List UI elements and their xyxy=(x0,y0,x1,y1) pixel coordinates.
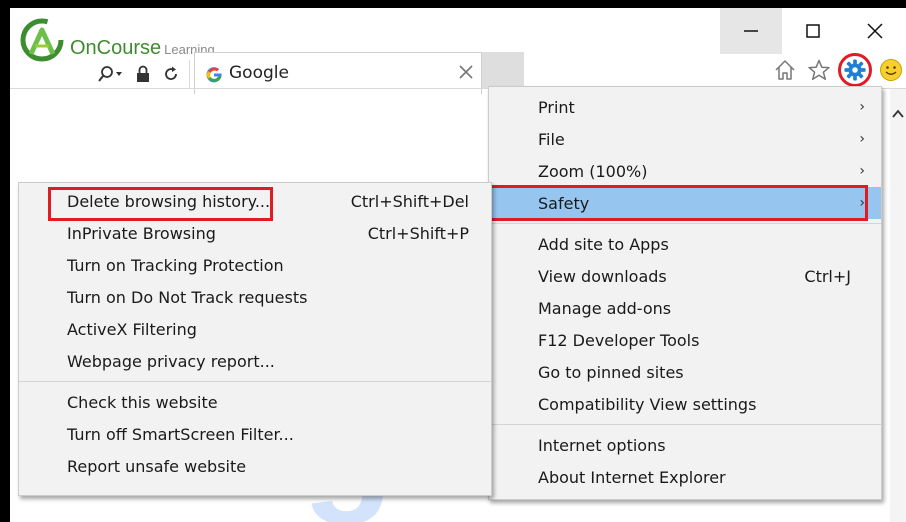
tools-button[interactable] xyxy=(838,53,872,87)
menu-item-view-downloads[interactable]: View downloads Ctrl+J xyxy=(489,260,881,292)
safety-submenu: Delete browsing history... Ctrl+Shift+De… xyxy=(18,182,492,496)
menu-item-privacy-report[interactable]: Webpage privacy report... xyxy=(19,345,491,377)
chevron-right-icon: › xyxy=(859,131,865,147)
menu-item-file[interactable]: File › xyxy=(489,123,881,155)
menu-item-smartscreen[interactable]: Turn off SmartScreen Filter... xyxy=(19,418,491,450)
window-controls xyxy=(720,8,906,54)
browser-window: OnCourse Learning Google Print › File › … xyxy=(10,8,906,522)
menu-item-check-website[interactable]: Check this website xyxy=(19,386,491,418)
menu-item-developer-tools[interactable]: F12 Developer Tools xyxy=(489,324,881,356)
shortcut-text: Ctrl+J xyxy=(804,266,851,286)
menu-item-manage-add-ons[interactable]: Manage add-ons xyxy=(489,292,881,324)
scroll-up-icon[interactable] xyxy=(892,108,904,118)
menu-item-print[interactable]: Print › xyxy=(489,91,881,123)
logo-brand-text: OnCourse xyxy=(70,37,162,59)
menu-item-pinned-sites[interactable]: Go to pinned sites xyxy=(489,356,881,388)
minimize-button[interactable] xyxy=(720,8,782,54)
delete-history-highlight-box xyxy=(48,187,273,221)
command-toolbar xyxy=(770,52,906,88)
menu-item-add-site-to-apps[interactable]: Add site to Apps xyxy=(489,228,881,260)
maximize-button[interactable] xyxy=(782,8,844,54)
menu-item-zoom[interactable]: Zoom (100%) › xyxy=(489,155,881,187)
refresh-icon[interactable] xyxy=(163,65,179,83)
smiley-icon xyxy=(880,59,902,81)
address-bar-tools xyxy=(86,60,190,88)
menu-item-about-ie[interactable]: About Internet Explorer xyxy=(489,461,881,493)
chevron-right-icon: › xyxy=(859,99,865,115)
minimize-icon xyxy=(744,30,758,32)
gear-icon xyxy=(844,59,866,81)
home-button[interactable] xyxy=(770,55,800,85)
google-g-icon xyxy=(206,67,222,83)
new-tab-button[interactable] xyxy=(482,52,524,88)
shortcut-text: Ctrl+Shift+P xyxy=(367,223,469,243)
search-dropdown-button[interactable] xyxy=(97,65,123,83)
tools-menu: Print › File › Zoom (100%) › Safety › Ad… xyxy=(488,86,882,500)
maximize-icon xyxy=(806,24,820,38)
menu-item-tracking-protection[interactable]: Turn on Tracking Protection xyxy=(19,249,491,281)
menu-item-inprivate-browsing[interactable]: InPrivate Browsing Ctrl+Shift+P xyxy=(19,217,491,249)
favorites-button[interactable] xyxy=(804,55,834,85)
lock-icon[interactable] xyxy=(136,65,150,83)
menu-item-activex-filtering[interactable]: ActiveX Filtering xyxy=(19,313,491,345)
feedback-button[interactable] xyxy=(876,55,906,85)
menu-separator xyxy=(19,381,491,382)
oncourse-logo-icon xyxy=(20,18,64,62)
close-button[interactable] xyxy=(844,8,906,54)
tab-title: Google xyxy=(229,63,289,83)
menu-item-internet-options[interactable]: Internet options xyxy=(489,429,881,461)
menu-item-compatibility-view[interactable]: Compatibility View settings xyxy=(489,388,881,420)
safety-highlight-box xyxy=(488,185,868,221)
home-icon xyxy=(775,60,795,80)
page-scrollbar[interactable] xyxy=(890,89,906,522)
menu-separator xyxy=(489,223,881,224)
shortcut-text: Ctrl+Shift+Del xyxy=(350,191,469,211)
star-icon xyxy=(808,59,830,81)
close-icon xyxy=(867,23,883,39)
menu-item-do-not-track[interactable]: Turn on Do Not Track requests xyxy=(19,281,491,313)
menu-item-report-unsafe[interactable]: Report unsafe website xyxy=(19,450,491,482)
tab-close-icon[interactable] xyxy=(459,65,473,79)
chevron-right-icon: › xyxy=(859,163,865,179)
menu-separator xyxy=(489,424,881,425)
